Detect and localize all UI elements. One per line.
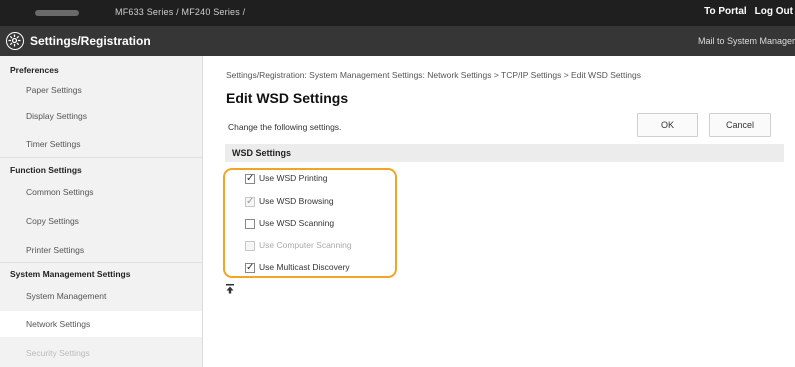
sidebar-divider bbox=[0, 262, 203, 263]
option-use-wsd-printing: ✓ Use WSD Printing bbox=[245, 172, 328, 186]
option-use-multicast-discovery: ✓ Use Multicast Discovery bbox=[245, 261, 350, 275]
checkmark-icon: ✓ bbox=[246, 261, 255, 273]
use-wsd-printing-label: Use WSD Printing bbox=[259, 173, 328, 183]
sidebar-section-preferences: Preferences bbox=[10, 65, 59, 75]
model-name: MF633 Series / MF240 Series / bbox=[35, 7, 245, 17]
top-links: To Portal Log Out bbox=[696, 6, 793, 17]
wsd-settings-panel-header: WSD Settings bbox=[225, 144, 784, 162]
option-use-computer-scanning: Use Computer Scanning bbox=[245, 239, 352, 253]
option-use-wsd-scanning: Use WSD Scanning bbox=[245, 217, 334, 231]
use-computer-scanning-label: Use Computer Scanning bbox=[259, 240, 352, 250]
sidebar-divider bbox=[0, 157, 203, 158]
sidebar-item-copy-settings[interactable]: Copy Settings bbox=[0, 208, 202, 234]
use-wsd-browsing-label: Use WSD Browsing bbox=[259, 196, 334, 206]
back-to-top-icon[interactable] bbox=[226, 284, 234, 294]
sidebar: Preferences Paper Settings Display Setti… bbox=[0, 56, 203, 367]
use-wsd-scanning-checkbox[interactable] bbox=[245, 218, 255, 229]
sidebar-item-system-management[interactable]: System Management bbox=[0, 283, 202, 309]
use-multicast-discovery-label: Use Multicast Discovery bbox=[259, 262, 350, 272]
top-bar: MF633 Series / MF240 Series / To Portal L… bbox=[0, 0, 795, 26]
sidebar-section-system-management-settings: System Management Settings bbox=[10, 269, 131, 279]
sidebar-item-common-settings[interactable]: Common Settings bbox=[0, 179, 202, 205]
breadcrumb: Settings/Registration: System Management… bbox=[226, 70, 641, 80]
main-content: Settings/Registration: System Management… bbox=[203, 56, 795, 367]
sidebar-item-timer-settings[interactable]: Timer Settings bbox=[0, 131, 202, 157]
sidebar-item-paper-settings[interactable]: Paper Settings bbox=[0, 77, 202, 103]
sidebar-item-display-settings[interactable]: Display Settings bbox=[0, 103, 202, 129]
mail-to-system-manager-link[interactable]: Mail to System Manager bbox=[698, 36, 795, 46]
title-bar: Settings/Registration Mail to System Man… bbox=[0, 26, 795, 56]
device-name-redacted bbox=[35, 9, 79, 16]
use-wsd-printing-checkbox[interactable]: ✓ bbox=[245, 172, 255, 184]
instruction-text: Change the following settings. bbox=[228, 122, 342, 132]
to-portal-link[interactable]: To Portal bbox=[704, 6, 747, 17]
option-use-wsd-browsing: ✓ Use WSD Browsing bbox=[245, 195, 334, 209]
checkmark-icon: ✓ bbox=[246, 195, 255, 207]
settings-gear-icon bbox=[6, 32, 24, 50]
log-out-link[interactable]: Log Out bbox=[755, 6, 793, 17]
use-computer-scanning-checkbox[interactable] bbox=[245, 240, 255, 251]
page-title: Edit WSD Settings bbox=[226, 90, 349, 106]
sidebar-item-security-settings[interactable]: Security Settings bbox=[0, 340, 202, 366]
use-wsd-scanning-label: Use WSD Scanning bbox=[259, 218, 335, 228]
ok-button[interactable]: OK bbox=[637, 113, 698, 137]
use-wsd-browsing-checkbox[interactable]: ✓ bbox=[245, 195, 255, 207]
page-header-title: Settings/Registration bbox=[30, 34, 151, 48]
checkmark-icon: ✓ bbox=[246, 172, 255, 184]
use-multicast-discovery-checkbox[interactable]: ✓ bbox=[245, 261, 255, 273]
sidebar-item-network-settings[interactable]: Network Settings bbox=[0, 311, 202, 337]
sidebar-section-function-settings: Function Settings bbox=[10, 165, 82, 175]
cancel-button[interactable]: Cancel bbox=[709, 113, 771, 137]
sidebar-item-printer-settings[interactable]: Printer Settings bbox=[0, 237, 202, 263]
